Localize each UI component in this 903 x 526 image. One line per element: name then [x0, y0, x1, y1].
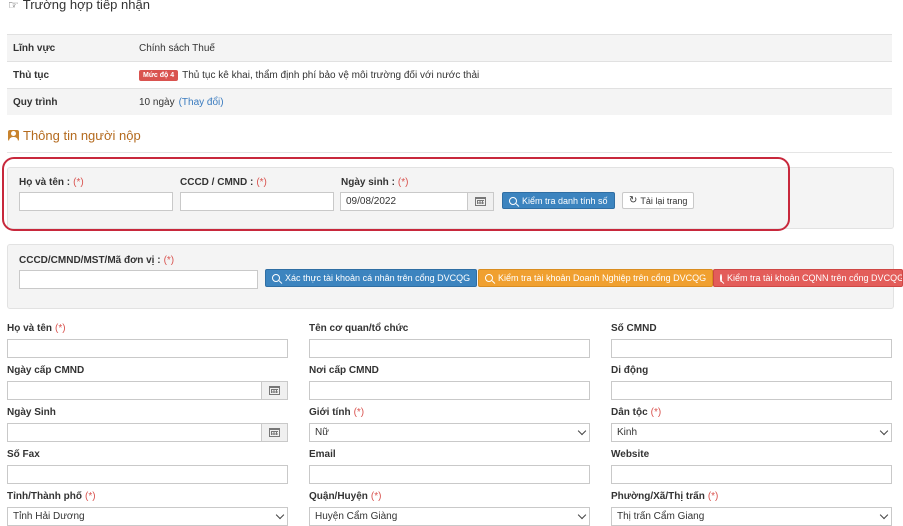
level-badge: Mức độ 4	[139, 69, 179, 81]
email-input[interactable]	[309, 465, 590, 484]
dob-field: 09/08/2022	[340, 192, 494, 211]
account-id-input[interactable]	[19, 270, 258, 289]
reload-page-button[interactable]: ↻ Tải lại trang	[622, 192, 695, 209]
procedure-name: Thủ tục kê khai, thẩm định phí bảo vệ mô…	[182, 69, 480, 81]
full-name-input[interactable]	[19, 192, 173, 211]
gioi-tinh-select[interactable]: Nữ	[309, 423, 590, 442]
ten-co-quan-input[interactable]	[309, 339, 590, 358]
chevron-down-icon	[275, 510, 285, 520]
ngay-cap-calendar-button[interactable]	[261, 381, 288, 400]
xa-select[interactable]: Thị trấn Cẩm Giang	[611, 507, 892, 526]
search-icon	[272, 274, 280, 282]
email-label: Email	[309, 449, 336, 460]
search-icon	[485, 274, 493, 282]
so-fax-label: Số Fax	[7, 449, 40, 460]
calendar-icon	[475, 197, 486, 206]
search-icon	[509, 196, 517, 205]
hand-point-right-icon: ☞	[8, 0, 19, 12]
ngay-sinh-calendar-button[interactable]	[261, 423, 288, 442]
so-fax-input[interactable]	[7, 465, 288, 484]
account-id-label: CCCD/CMND/MST/Mã đơn vị : (*)	[19, 255, 175, 266]
chevron-down-icon	[577, 510, 587, 520]
chevron-down-icon	[879, 510, 889, 520]
user-icon	[8, 130, 19, 141]
dan-toc-select[interactable]: Kinh	[611, 423, 892, 442]
ngay-sinh-label: Ngày Sinh	[7, 407, 56, 418]
gioi-tinh-label: Giới tính (*)	[309, 407, 365, 418]
verify-personal-account-button[interactable]: Xác thực tài khoản cá nhân trên cổng DVC…	[265, 269, 478, 287]
ngay-cap-field	[7, 381, 288, 400]
website-label: Website	[611, 449, 650, 460]
tinh-label: Tỉnh/Thành phố (*)	[7, 491, 96, 502]
chevron-down-icon	[879, 426, 889, 436]
id-number-input[interactable]	[180, 192, 334, 211]
di-dong-label: Di động	[611, 365, 649, 376]
row-linh-vuc: Lĩnh vực Chính sách Thuế	[7, 34, 892, 61]
refresh-icon: ↻	[629, 194, 638, 206]
dob-label: Ngày sinh : (*)	[341, 177, 409, 188]
change-process-link[interactable]: (Thay đổi)	[179, 97, 224, 108]
xa-label: Phường/Xã/Thị trấn (*)	[611, 491, 719, 502]
website-input[interactable]	[611, 465, 892, 484]
dan-toc-label: Dân tộc (*)	[611, 407, 662, 418]
ho-va-ten-label: Họ và tên (*)	[7, 323, 66, 334]
row-thu-tuc: Thủ tục Mức độ 4 Thủ tục kê khai, thẩm đ…	[7, 61, 892, 88]
row-quy-trinh: Quy trình 10 ngày (Thay đổi)	[7, 88, 892, 115]
so-cmnd-label: Số CMND	[611, 323, 657, 334]
case-info-table: Lĩnh vực Chính sách Thuế Thủ tục Mức độ …	[7, 34, 892, 115]
process-duration: 10 ngày	[139, 96, 175, 108]
so-cmnd-input[interactable]	[611, 339, 892, 358]
ngay-sinh-field	[7, 423, 288, 442]
dob-input[interactable]: 09/08/2022	[340, 192, 467, 211]
ngay-cap-input[interactable]	[7, 381, 261, 400]
tinh-select[interactable]: Tỉnh Hải Dương	[7, 507, 288, 526]
check-agency-account-button[interactable]: Kiểm tra tài khoản CQNN trên cổng DVCQG	[713, 269, 903, 287]
ho-va-ten-input[interactable]	[7, 339, 288, 358]
ten-co-quan-label: Tên cơ quan/tổ chức	[309, 323, 409, 334]
huyen-select[interactable]: Huyện Cẩm Giàng	[309, 507, 590, 526]
ngay-cap-label: Ngày cấp CMND	[7, 365, 85, 376]
id-number-label: CCCD / CMND : (*)	[180, 177, 267, 188]
case-section-title: ☞ Trường hợp tiếp nhận	[8, 0, 150, 12]
calendar-icon	[269, 428, 280, 437]
ngay-sinh-input[interactable]	[7, 423, 261, 442]
divider	[7, 152, 892, 153]
dob-calendar-button[interactable]	[467, 192, 494, 211]
submitter-section-title: Thông tin người nộp	[8, 128, 141, 143]
chevron-down-icon	[577, 426, 587, 436]
noi-cap-input[interactable]	[309, 381, 590, 400]
calendar-icon	[269, 386, 280, 395]
di-dong-input[interactable]	[611, 381, 892, 400]
full-name-label: Họ và tên : (*)	[19, 177, 84, 188]
huyen-label: Quận/Huyện (*)	[309, 491, 382, 502]
check-digital-identity-button[interactable]: Kiểm tra danh tính số	[502, 192, 615, 209]
search-icon	[720, 274, 722, 282]
noi-cap-label: Nơi cấp CMND	[309, 365, 379, 376]
check-business-account-button[interactable]: Kiểm tra tài khoản Doanh Nghiệp trên cổn…	[478, 269, 714, 287]
